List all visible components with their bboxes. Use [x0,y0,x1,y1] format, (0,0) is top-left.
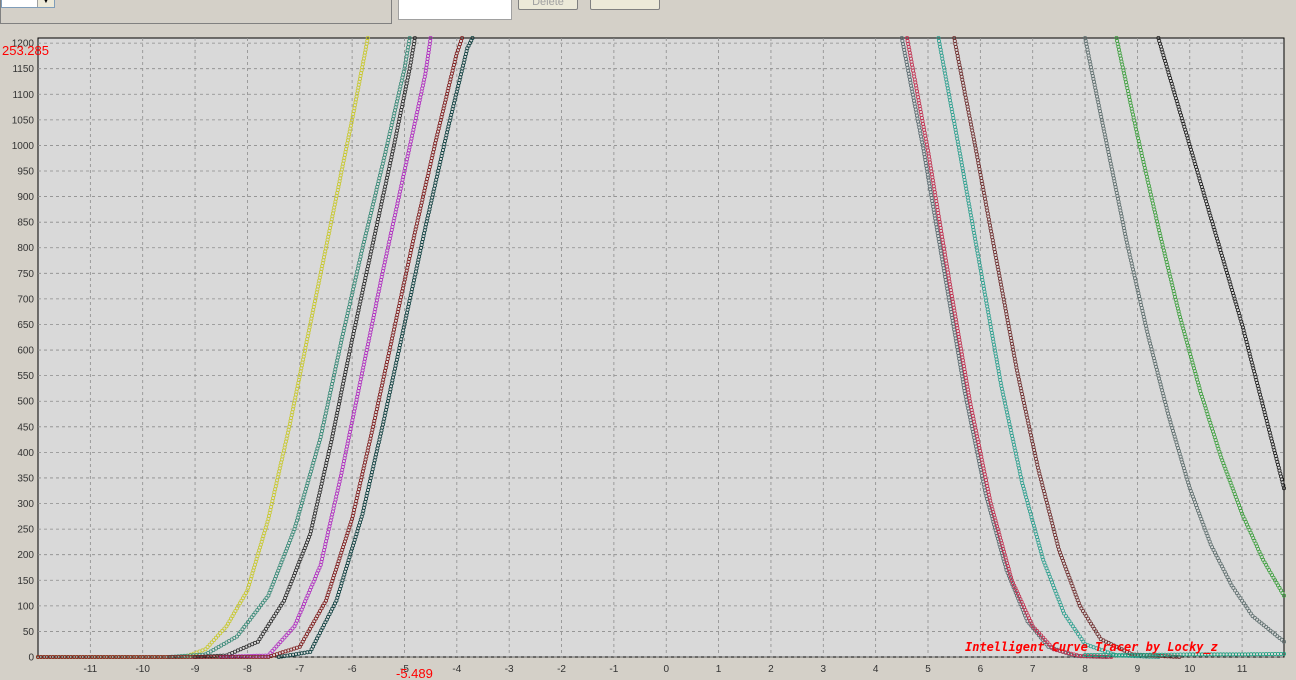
y-tick-label: 900 [17,192,34,203]
y-tick-label: 1150 [12,64,34,75]
x-tick-label: 9 [1135,664,1141,675]
y-tick-label: 300 [17,499,34,510]
y-tick-label: 250 [17,525,34,536]
x-tick-label: 5 [925,664,931,675]
top-value-readout: 253.285 [2,43,49,58]
y-tick-label: 650 [17,320,34,331]
x-tick-label: 8 [1082,664,1088,675]
x-tick-label: -7 [295,664,304,675]
x-tick-label: -10 [135,664,150,675]
x-tick-label: -9 [191,664,200,675]
x-tick-label: -2 [557,664,566,675]
y-tick-label: 600 [17,346,34,357]
y-tick-label: 1000 [12,141,35,152]
y-tick-label: 100 [17,601,34,612]
y-tick-label: 700 [17,294,34,305]
y-tick-label: 400 [17,448,34,459]
plot-area[interactable]: -11 -10 -9 -8 -7 -6 -5 -4 -3 -2 -1 0 1 2 3 4 5 6 7 8 9 10 11 0 5… [0,28,1296,680]
toolbar: ▼ Delete [0,0,1296,28]
x-tick-label: -1 [609,664,618,675]
y-tick-label: 50 [23,627,35,638]
x-tick-label: 6 [978,664,984,675]
y-tick-label: 850 [17,218,34,229]
x-tick-label: -6 [348,664,357,675]
x-tick-label: 4 [873,664,879,675]
y-tick-label: 1100 [12,90,34,101]
x-tick-label: 10 [1184,664,1196,675]
chevron-down-icon[interactable]: ▼ [37,0,54,7]
plot-background [37,37,1285,658]
curve-chart[interactable]: -11 -10 -9 -8 -7 -6 -5 -4 -3 -2 -1 0 1 2 3 4 5 6 7 8 9 10 1105… [0,28,1296,680]
x-tick-label: 2 [768,664,774,675]
x-tick-label: -8 [243,664,252,675]
x-tick-label: -4 [452,664,461,675]
settings-panel: ▼ [0,0,392,24]
x-tick-label: 3 [821,664,827,675]
x-tick-label: -3 [505,664,514,675]
secondary-button[interactable] [590,0,660,10]
y-tick-label: 450 [17,422,34,433]
y-tick-label: 150 [17,576,34,587]
x-tick-label: 1 [716,664,722,675]
delete-button[interactable]: Delete [518,0,578,10]
watermark-text: Intelligent Curve Tracer by Locky_z [965,640,1218,655]
bottom-value-readout: -5.489 [396,666,433,680]
x-tick-label: 11 [1237,664,1248,675]
y-tick-label: 0 [28,653,34,664]
y-tick-label: 500 [17,397,34,408]
y-tick-label: 550 [17,371,34,382]
x-tick-label: -11 [83,664,97,675]
y-tick-label: 200 [17,550,34,561]
y-tick-label: 1050 [12,115,35,126]
x-tick-label: 7 [1030,664,1036,675]
y-tick-label: 950 [17,167,34,178]
y-tick-label: 350 [17,473,34,484]
x-tick-label: 0 [663,664,669,675]
series-select[interactable]: ▼ [1,0,55,8]
value-input[interactable] [398,0,512,20]
y-tick-label: 750 [17,269,34,280]
y-tick-label: 800 [17,243,34,254]
